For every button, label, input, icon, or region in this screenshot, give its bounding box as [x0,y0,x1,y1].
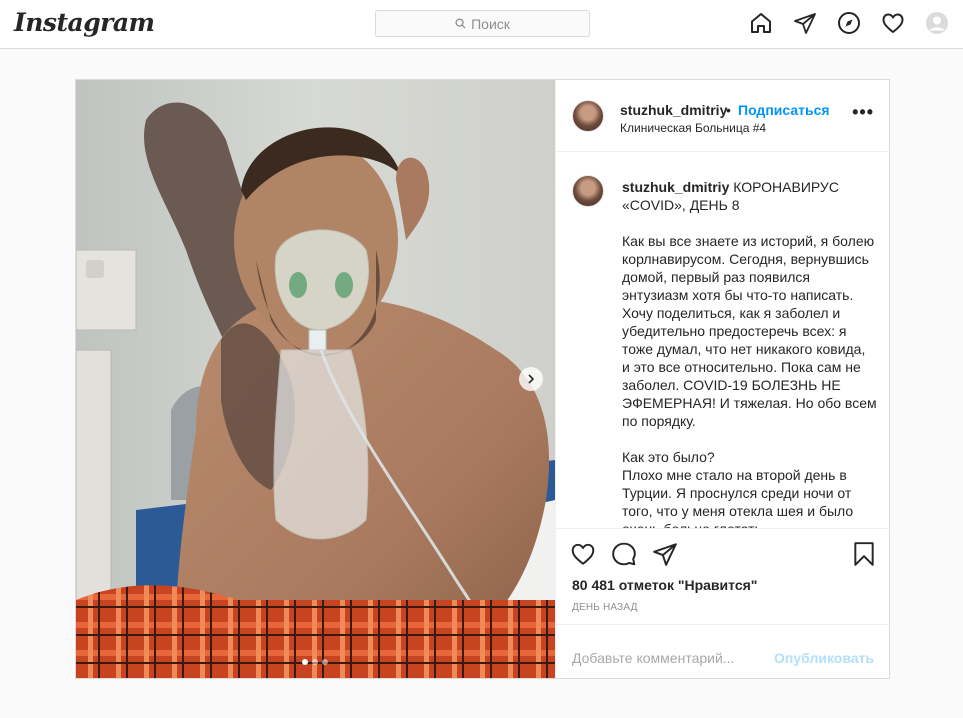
carousel-dot [322,659,328,665]
carousel-indicator [302,659,328,665]
caption-text: stuzhuk_dmitriy КОРОНАВИРУС «COVID», ДЕН… [622,178,877,528]
top-navigation-bar: Instagram Поиск [0,0,963,49]
caption-body: Как вы все знаете из историй, я болею ко… [622,233,877,528]
heart-icon [571,543,595,565]
chevron-right-icon [528,374,535,384]
comment-icon [612,542,636,566]
likes-count[interactable]: 80 481 отметок "Нравится" [572,577,757,593]
author-username[interactable]: stuzhuk_dmitriy [620,102,727,118]
save-button[interactable] [851,541,877,567]
comment-input[interactable]: Добавьте комментарий... [572,650,734,666]
post-photo[interactable] [76,80,555,678]
share-button[interactable] [652,541,678,567]
comment-button[interactable] [611,541,637,567]
instagram-logo[interactable]: Instagram [14,8,155,37]
explore-icon[interactable] [837,11,861,35]
post-card: stuzhuk_dmitriy • Подписаться Клиническа… [75,79,890,679]
caption-username[interactable]: stuzhuk_dmitriy [622,179,729,195]
post-sidebar: stuzhuk_dmitriy • Подписаться Клиническа… [555,80,890,678]
direct-icon[interactable] [793,11,817,35]
search-input[interactable]: Поиск [375,10,590,37]
search-icon [455,18,466,29]
carousel-next-button[interactable] [519,367,543,391]
home-icon[interactable] [749,11,773,35]
post-timestamp[interactable]: ДЕНЬ НАЗАД [572,602,638,613]
activity-icon[interactable] [881,11,905,35]
like-button[interactable] [570,541,596,567]
more-options-button[interactable]: ••• [852,103,874,121]
profile-avatar[interactable] [925,11,949,35]
separator-dot: • [726,102,731,118]
author-avatar[interactable] [572,100,604,132]
caption-author-avatar[interactable] [572,175,604,207]
post-header: stuzhuk_dmitriy • Подписаться Клиническа… [556,80,890,152]
search-placeholder: Поиск [471,15,510,32]
carousel-dot [312,659,318,665]
share-icon [653,543,677,566]
carousel-dot [302,659,308,665]
caption-section: stuzhuk_dmitriy КОРОНАВИРУС «COVID», ДЕН… [556,153,890,528]
bookmark-icon [854,542,874,566]
post-actions: 80 481 отметок "Нравится" ДЕНЬ НАЗАД Доб… [556,528,890,678]
post-location[interactable]: Клиническая Больница #4 [620,121,766,135]
publish-button[interactable]: Опубликовать [774,650,874,666]
follow-button[interactable]: Подписаться [738,102,830,118]
comment-form: Добавьте комментарий... Опубликовать [556,624,890,679]
post-image [76,80,555,678]
